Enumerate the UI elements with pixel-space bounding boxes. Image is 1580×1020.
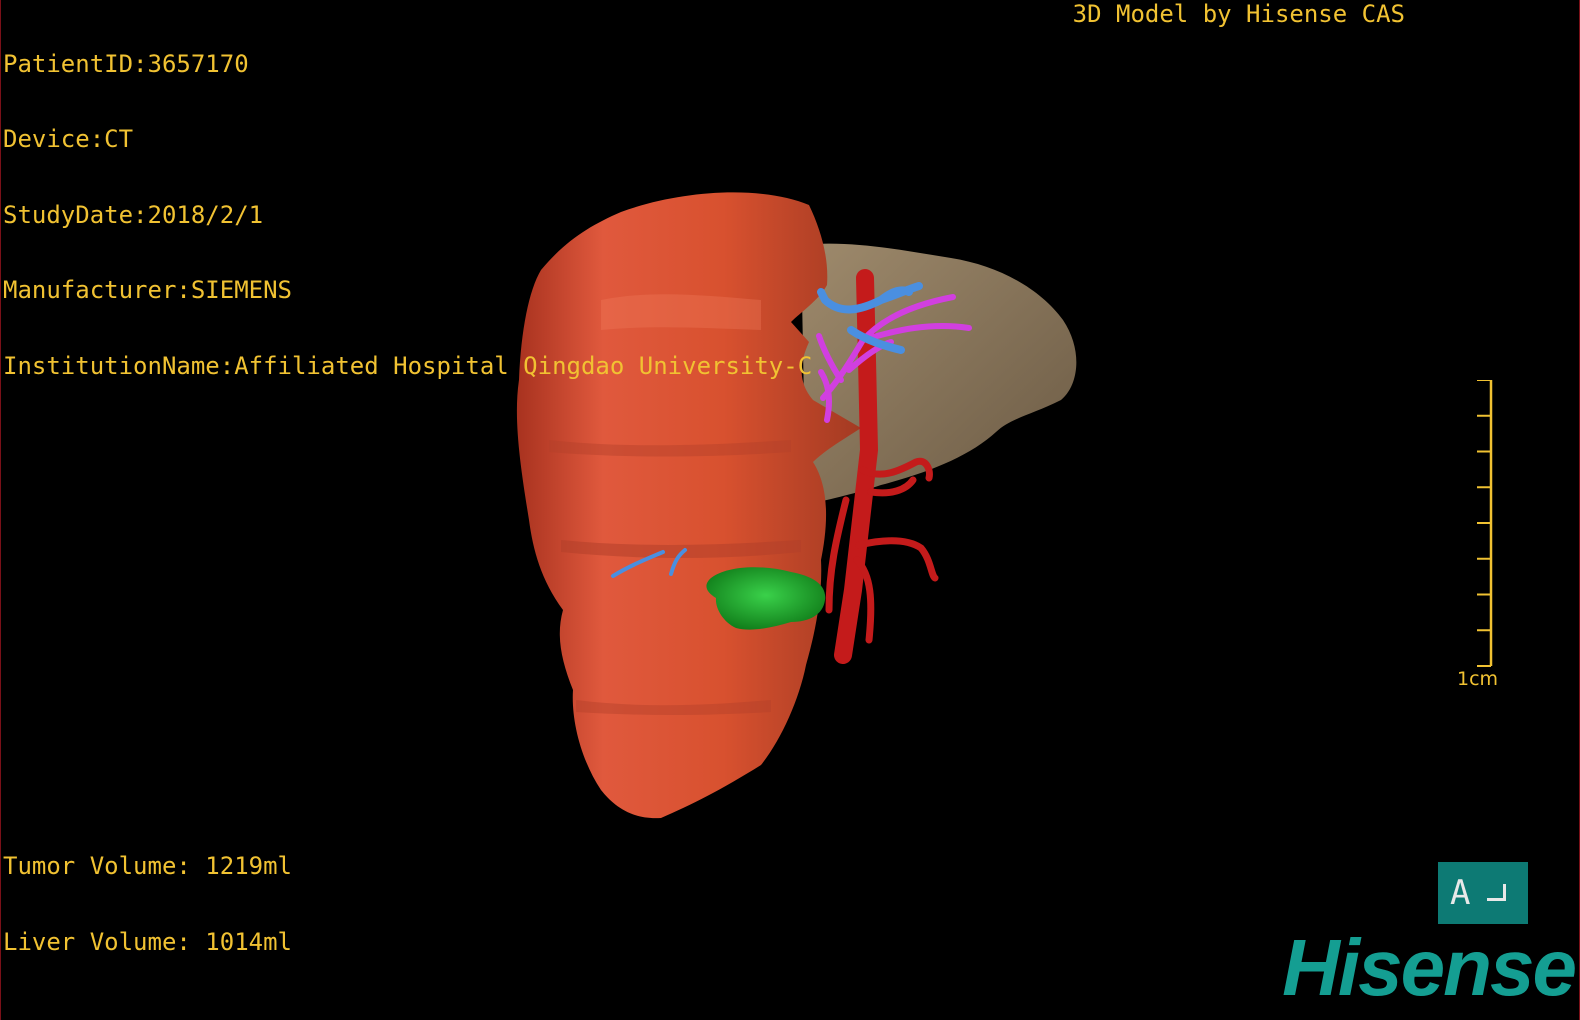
dicom-info-overlay: PatientID:3657170 Device:CT StudyDate:20… [3,2,812,429]
scale-bar [1477,380,1493,667]
3d-viewport[interactable]: PatientID:3657170 Device:CT StudyDate:20… [0,0,1580,1020]
orientation-corner-icon [1487,884,1506,901]
orientation-label: A [1450,873,1471,913]
device: Device:CT [3,125,134,154]
study-date: StudyDate:2018/2/1 [3,200,264,229]
orientation-indicator[interactable]: A [1438,862,1528,924]
institution-name: InstitutionName:Affiliated Hospital Qing… [3,351,813,380]
tumor-volume: Tumor Volume: 1219ml [3,852,292,880]
scale-label: 1cm [1457,668,1499,690]
manufacturer: Manufacturer:SIEMENS [3,276,292,305]
volume-overlay: Tumor Volume: 1219ml Liver Volume: 1014m… [3,804,292,1006]
model-credit: 3D Model by Hisense CAS [1072,0,1405,28]
patient-id: PatientID:3657170 [3,50,249,78]
hisense-logo: Hisense [1282,923,1577,1012]
liver-volume: Liver Volume: 1014ml [3,928,292,956]
